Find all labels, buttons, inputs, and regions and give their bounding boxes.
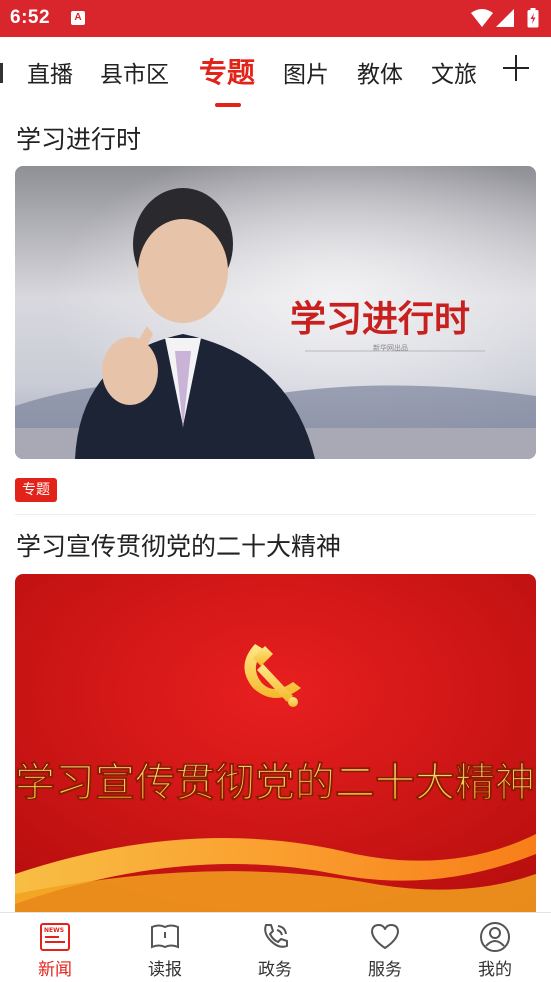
status-bar: 6:52 A [0,0,551,37]
tab-topics[interactable]: 专题 [199,51,255,91]
active-tab-indicator [215,103,241,107]
image-caption: 学习进行时 [290,298,470,340]
heart-icon [371,924,399,949]
tab-label: 服务 [368,960,402,980]
topic-badge: 专题 [15,478,57,502]
article-title[interactable]: 学习进行时 [16,120,141,156]
article-image[interactable]: 学习进行时 新华网出品 [15,166,536,459]
status-time: 6:52 [10,7,51,28]
image-caption: 学习宣传贯彻党的二十大精神 [15,760,535,806]
divider [15,514,536,515]
battery-icon [527,8,539,28]
newspaper-icon [151,924,179,949]
article-title[interactable]: 学习宣传贯彻党的二十大精神 [16,527,341,563]
image-source: 新华网出品 [373,343,408,352]
tab-culture-tourism[interactable]: 文旅 [431,55,477,89]
channel-nav: 直播 县市区 专题 图片 教体 文旅 [0,37,551,107]
article-image[interactable]: 学习宣传贯彻党的二十大精神 [15,574,536,912]
wifi-icon [471,9,493,27]
tab-label: 政务 [258,960,292,980]
tab-label: 读报 [148,960,182,980]
bottom-tab-bar: NEWS 新闻 读报 政务 服务 我的 [0,912,551,982]
signal-icon [496,9,514,27]
tab-news[interactable]: NEWS 新闻 [0,913,110,982]
tab-label: 我的 [478,960,512,980]
tab-counties[interactable]: 县市区 [100,55,169,89]
svg-text:NEWS: NEWS [44,927,64,934]
app-notification-icon: A [71,11,85,25]
user-icon [480,922,510,952]
news-icon: NEWS [40,923,70,951]
tab-pictures[interactable]: 图片 [283,55,329,89]
tab-me[interactable]: 我的 [440,913,550,982]
plus-icon[interactable] [501,53,531,83]
tab-newspaper[interactable]: 读报 [110,913,220,982]
tab-education-sports[interactable]: 教体 [357,55,403,89]
nav-previous-edge [0,63,3,83]
tab-label: 新闻 [38,960,72,980]
phone-icon [264,924,288,948]
tab-government[interactable]: 政务 [220,913,330,982]
tab-live[interactable]: 直播 [27,55,73,89]
tab-services[interactable]: 服务 [330,913,440,982]
